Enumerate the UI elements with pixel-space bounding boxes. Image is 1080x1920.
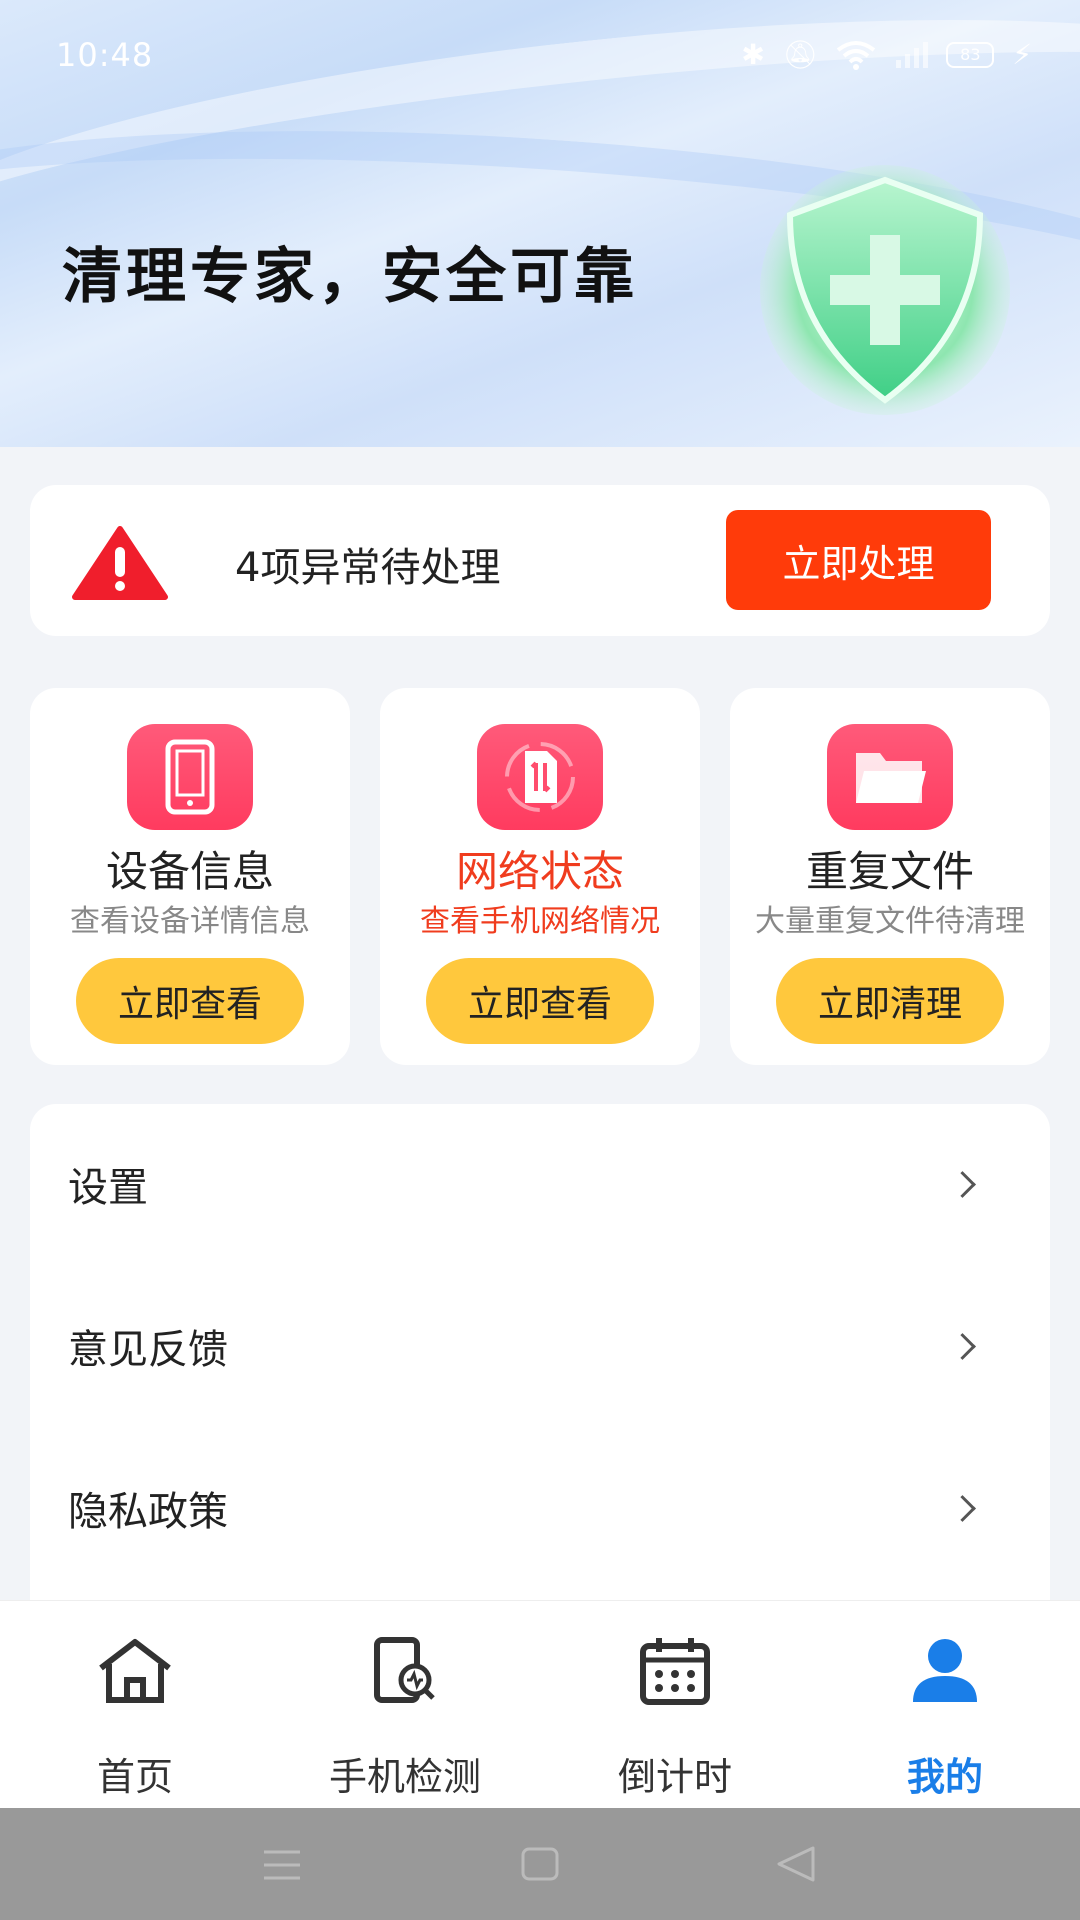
menu-item-label: 设置	[68, 1165, 148, 1211]
battery-icon: 83	[946, 41, 995, 68]
alert-card: 4项异常待处理 立即处理	[30, 485, 1050, 636]
alert-text: 4项异常待处理	[235, 545, 501, 591]
tile-network-status[interactable]: 网络状态 查看手机网络情况 立即查看	[380, 688, 700, 1065]
menu-icon[interactable]	[262, 1848, 302, 1882]
handle-now-button[interactable]: 立即处理	[726, 510, 991, 610]
warning-icon	[72, 526, 168, 600]
home-icon	[99, 1639, 171, 1703]
calendar-icon	[640, 1638, 710, 1705]
tile-title: 网络状态	[455, 847, 624, 896]
chevron-right-icon	[949, 1332, 976, 1360]
tile-subtitle: 查看设备详情信息	[70, 904, 310, 939]
menu-item-feedback[interactable]: 意见反馈	[30, 1266, 1050, 1426]
view-device-info-button[interactable]: 立即查看	[76, 958, 304, 1044]
tab-phone-check[interactable]: 手机检测	[295, 1636, 515, 1799]
user-icon	[913, 1639, 977, 1702]
folder-icon	[827, 724, 953, 830]
menu-item-privacy[interactable]: 隐私政策	[30, 1428, 1050, 1588]
mute-icon: 🔕︎	[782, 38, 819, 71]
tab-label: 倒计时	[617, 1755, 732, 1799]
banner-slogan: 清理专家，安全可靠	[62, 242, 638, 312]
bluetooth-icon: ✱	[741, 38, 765, 71]
tile-subtitle: 大量重复文件待清理	[755, 904, 1025, 939]
tab-mine[interactable]: 我的	[835, 1636, 1055, 1799]
chevron-right-icon	[949, 1170, 976, 1198]
charging-icon: ⚡	[1012, 38, 1032, 71]
menu-list: 设置 意见反馈 隐私政策	[30, 1104, 1050, 1644]
tab-label: 首页	[96, 1755, 173, 1799]
tile-title: 设备信息	[105, 847, 274, 896]
view-network-button[interactable]: 立即查看	[426, 958, 654, 1044]
tab-label: 我的	[906, 1755, 983, 1799]
home-button-icon[interactable]	[520, 1846, 560, 1882]
clean-duplicates-button[interactable]: 立即清理	[776, 958, 1004, 1044]
tile-duplicate-files[interactable]: 重复文件 大量重复文件待清理 立即清理	[730, 688, 1050, 1065]
menu-item-settings[interactable]: 设置	[30, 1104, 1050, 1264]
sim-transfer-icon	[477, 724, 603, 830]
phone-icon	[127, 724, 253, 830]
tab-home[interactable]: 首页	[25, 1636, 245, 1799]
back-icon[interactable]	[775, 1844, 817, 1884]
hero-banner: 10:48 ✱ 🔕︎ 83 ⚡ 清理专家，安全可靠	[0, 0, 1080, 447]
status-icons: ✱ 🔕︎ 83 ⚡	[741, 38, 1032, 71]
menu-item-label: 意见反馈	[68, 1327, 228, 1373]
tile-title: 重复文件	[805, 847, 974, 896]
shield-icon	[730, 160, 1040, 420]
tile-device-info[interactable]: 设备信息 查看设备详情信息 立即查看	[30, 688, 350, 1065]
signal-icon	[896, 41, 929, 68]
status-bar: 10:48 ✱ 🔕︎ 83 ⚡	[0, 0, 1080, 112]
bottom-tab-bar: 首页 手机检测 倒计时 我的	[0, 1600, 1080, 1809]
tab-label: 手机检测	[328, 1755, 481, 1799]
chevron-right-icon	[949, 1494, 976, 1522]
tile-subtitle: 查看手机网络情况	[420, 904, 660, 939]
wifi-icon	[837, 40, 876, 70]
menu-item-label: 隐私政策	[68, 1489, 228, 1535]
status-time: 10:48	[56, 36, 154, 74]
phone-scan-icon	[374, 1637, 435, 1703]
system-nav-bar	[0, 1808, 1080, 1920]
tab-countdown[interactable]: 倒计时	[565, 1636, 785, 1799]
